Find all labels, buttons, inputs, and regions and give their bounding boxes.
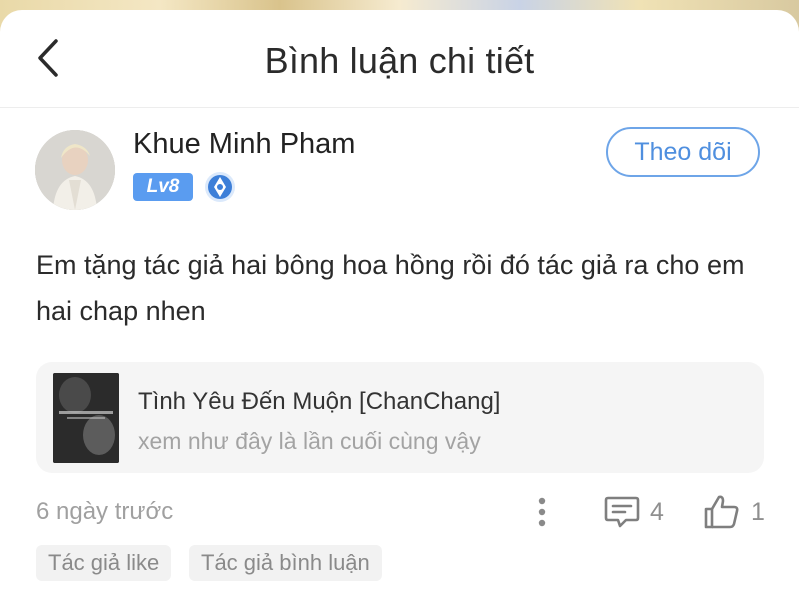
reply-button[interactable]: 4 (604, 492, 664, 532)
medal-icon (204, 171, 236, 203)
thumbs-up-icon (704, 495, 739, 529)
header: Bình luận chi tiết (0, 10, 799, 108)
follow-button[interactable]: Theo dõi (606, 127, 760, 177)
comment-detail-sheet: Bình luận chi tiết Khue Minh Pham Lv8 Th… (0, 10, 799, 600)
book-title: Tình Yêu Đến Muộn [ChanChang] (138, 388, 501, 415)
timestamp: 6 ngày trước (36, 498, 174, 525)
more-vertical-icon (538, 497, 546, 527)
page-title: Bình luận chi tiết (264, 40, 535, 81)
tag-author-liked: Tác giả like (36, 545, 172, 581)
like-count: 1 (751, 497, 765, 526)
level-badge: Lv8 (133, 173, 193, 201)
reply-count: 4 (650, 497, 664, 526)
comment-text: Em tặng tác giả hai bông hoa hồng rồi đó… (36, 250, 745, 326)
user-name[interactable]: Khue Minh Pham (133, 128, 355, 161)
book-cover (53, 373, 119, 463)
like-button[interactable]: 1 (703, 492, 765, 532)
more-options-button[interactable] (528, 492, 556, 532)
comment-icon (604, 496, 640, 528)
avatar[interactable] (35, 130, 115, 210)
book-subtitle: xem như đây là lần cuối cùng vậy (138, 428, 481, 454)
book-card[interactable]: Tình Yêu Đến Muộn [ChanChang] xem như đâ… (36, 362, 764, 473)
avatar-image (35, 130, 115, 210)
tag-author-commented: Tác giả bình luận (189, 545, 382, 581)
